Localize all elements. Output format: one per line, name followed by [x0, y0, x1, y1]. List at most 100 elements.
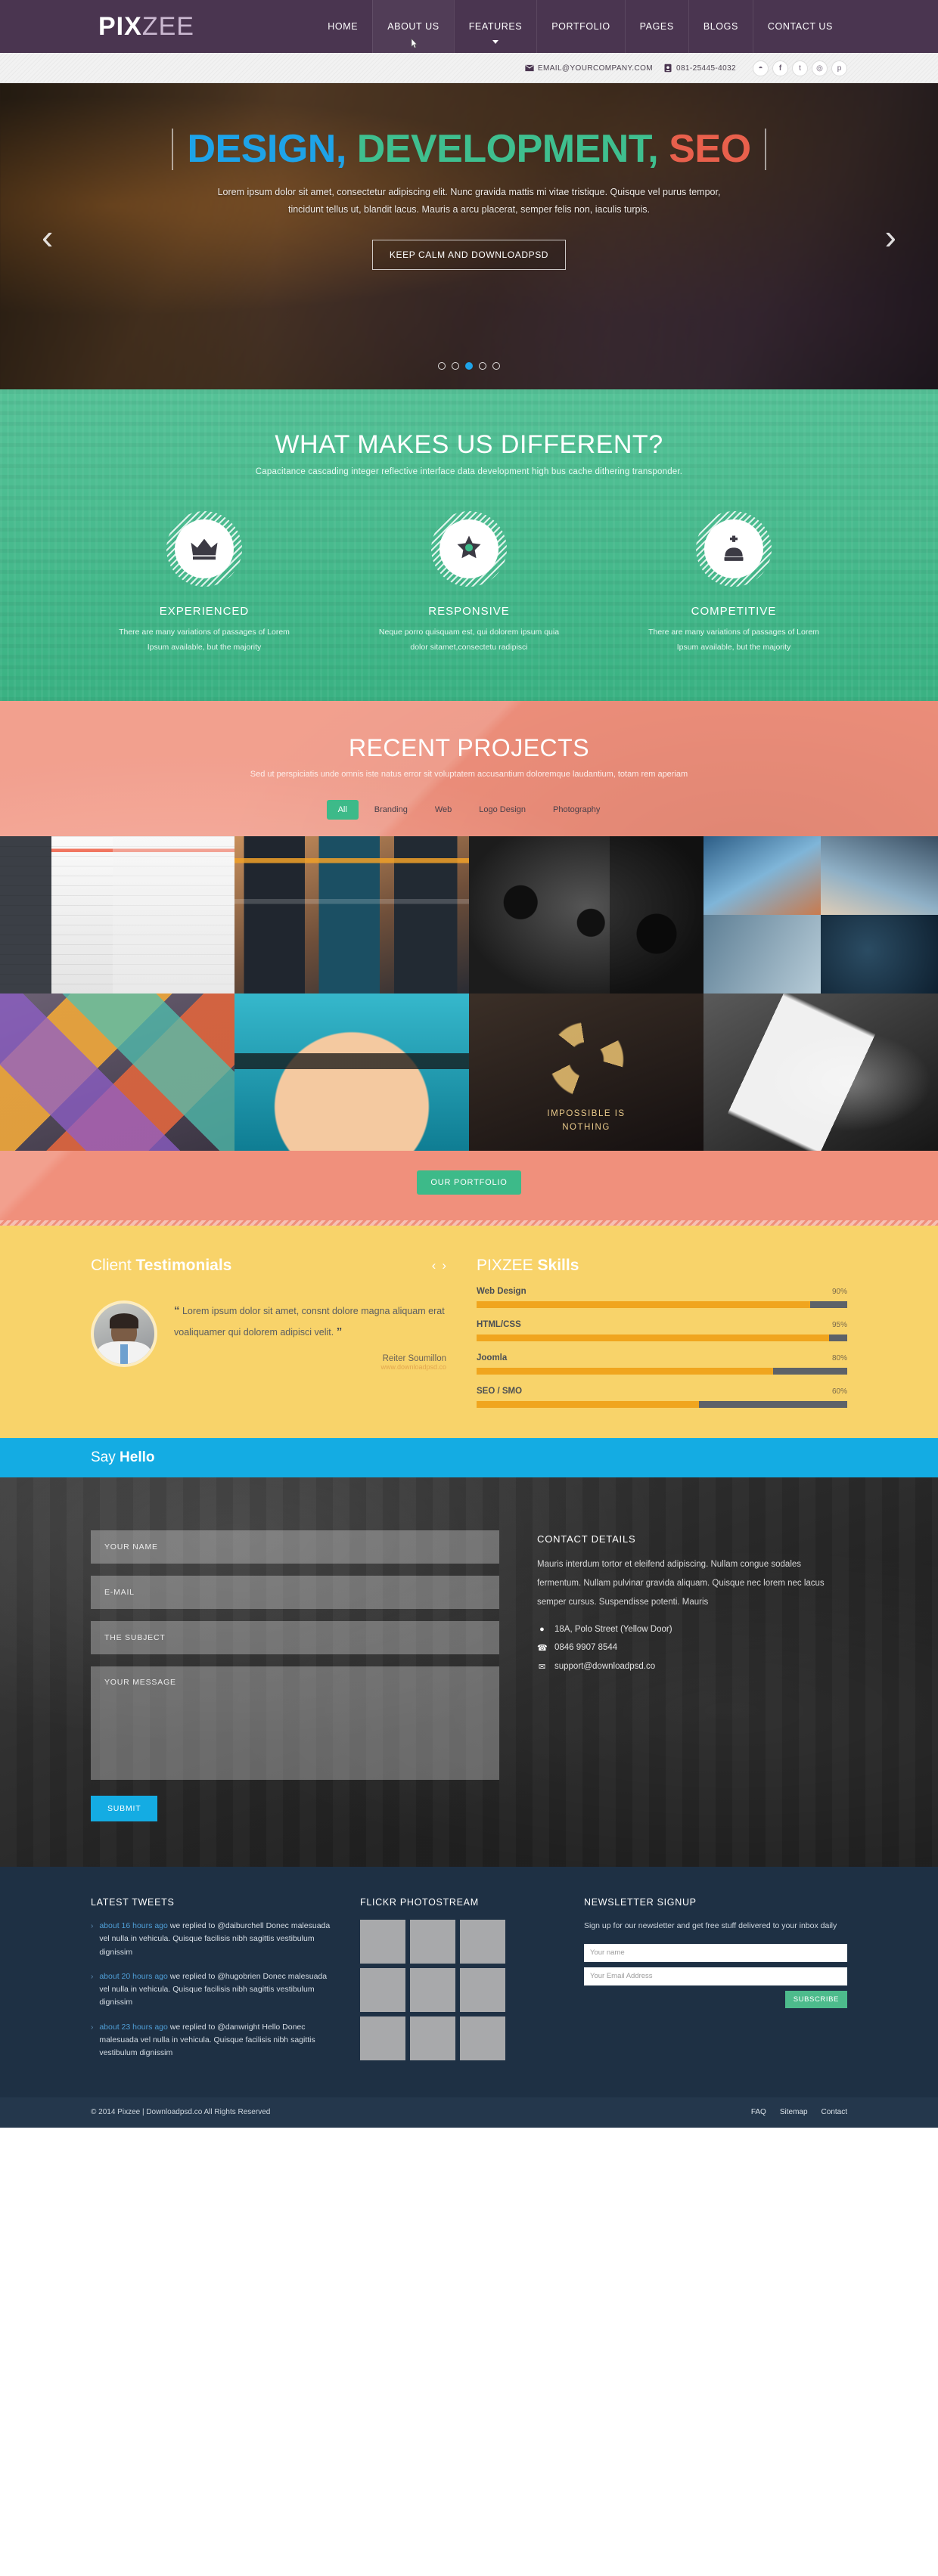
tweet-time[interactable]: about 20 hours ago [99, 1972, 168, 1981]
twitter-icon[interactable]: t [792, 60, 808, 76]
slider-dot[interactable] [438, 362, 446, 370]
header-phone-text: 081-25445-4032 [676, 64, 736, 73]
project-tile[interactable] [704, 835, 821, 915]
testimonial-quote: “ Lorem ipsum dolor sit amet, consnt dol… [174, 1300, 446, 1343]
slider-dot[interactable] [479, 362, 486, 370]
testimonial-prev-arrow[interactable]: ‹ [432, 1258, 436, 1273]
project-tile[interactable] [0, 835, 234, 994]
flickr-thumbnail[interactable] [360, 1919, 405, 1964]
project-tile[interactable] [704, 993, 938, 1151]
map-pin-icon: ● [539, 1624, 545, 1634]
subject-input[interactable] [91, 1620, 499, 1654]
projects-title: RECENT PROJECTS [348, 733, 590, 761]
skill-name: HTML/CSS [477, 1319, 521, 1329]
say-hello-title: Say Hello [91, 1449, 154, 1466]
site-footer: LATEST TWEETS › about 16 hours ago we rep… [0, 1866, 938, 2097]
slider-dot[interactable] [452, 362, 459, 370]
nav-item-blogs[interactable]: BLOGS [688, 0, 753, 53]
slider-prev-arrow[interactable]: ‹ [42, 219, 53, 254]
dribbble-icon[interactable]: ◎ [812, 60, 828, 76]
message-input[interactable] [91, 1666, 499, 1780]
footer-tweets-column: LATEST TWEETS › about 16 hours ago we rep… [91, 1897, 333, 2072]
skill-bar-fill [477, 1400, 699, 1408]
email-input[interactable] [91, 1575, 499, 1609]
flickr-thumbnail[interactable] [460, 2016, 505, 2060]
hero-cta-button[interactable]: KEEP CALM AND DOWNLOADPSD [371, 239, 567, 270]
project-filter-branding[interactable]: Branding [363, 800, 419, 820]
contact-email-row: ✉ support@downloadpsd.co [537, 1662, 847, 1672]
site-logo[interactable]: PIXZEE [98, 12, 194, 42]
nav-item-portfolio[interactable]: PORTFOLIO [536, 0, 624, 53]
facebook-icon[interactable]: f [772, 60, 788, 76]
project-filter-web[interactable]: Web [424, 800, 463, 820]
tweet-body: about 23 hours ago we replied to @danwri… [99, 2021, 333, 2060]
skills-title: PIXZEE Skills [477, 1257, 847, 1275]
testimonial-next-arrow[interactable]: › [442, 1258, 446, 1273]
subscribe-button[interactable]: SUBSCRIBE [784, 1990, 847, 2008]
crown-icon [175, 519, 234, 578]
contact-form: SUBMIT [91, 1530, 499, 1821]
flickr-thumbnail[interactable] [360, 2016, 405, 2060]
differentiator-icon-ring [696, 511, 772, 587]
projects-filter-list: All Branding Web Logo Design Photography [91, 799, 847, 820]
header-email[interactable]: EMAIL@YOURCOMPANY.COM [525, 64, 653, 73]
project-tile[interactable] [704, 914, 821, 994]
nav-item-contact-us[interactable]: CONTACT US [752, 0, 847, 53]
slider-dot[interactable] [465, 362, 473, 370]
pinterest-icon[interactable]: p [831, 60, 847, 76]
name-input[interactable] [91, 1530, 499, 1564]
hero-title-part1: DESIGN, [187, 127, 346, 171]
footer-link-contact[interactable]: Contact [822, 2108, 847, 2116]
newsletter-email-input[interactable] [584, 1967, 847, 1985]
flickr-thumbnail[interactable] [360, 1967, 405, 2012]
mouse-cursor-icon [410, 38, 419, 50]
nav-item-home[interactable]: HOME [313, 0, 372, 53]
footer-link-sitemap[interactable]: Sitemap [780, 2108, 808, 2116]
submit-button[interactable]: SUBMIT [91, 1795, 158, 1821]
differentiator-heading: COMPETITIVE [691, 605, 777, 618]
nav-item-label: CONTACT US [767, 21, 833, 32]
skills-list: Web Design 90% HTML/CSS 95% Joomla 80% SEO / S… [477, 1287, 847, 1408]
newsletter-name-input[interactable] [584, 1943, 847, 1962]
nav-item-label: PORTFOLIO [551, 21, 610, 32]
flickr-thumbnail[interactable] [460, 1919, 505, 1964]
contact-address-row: ● 18A, Polo Street (Yellow Door) [537, 1625, 847, 1634]
slider-dot[interactable] [492, 362, 500, 370]
rss-icon[interactable]: ◓ [753, 60, 769, 76]
skill-item: Web Design 90% [477, 1287, 847, 1308]
flickr-thumbnail[interactable] [410, 1967, 455, 2012]
project-tile[interactable]: IMPOSSIBLE IS NOTHING [469, 993, 704, 1151]
project-filter-photography[interactable]: Photography [542, 800, 611, 820]
contact-phone: 0846 9907 8544 [554, 1643, 618, 1653]
nav-item-pages[interactable]: PAGES [624, 0, 688, 53]
logo-bold: PIX [98, 11, 142, 41]
skill-item: HTML/CSS 95% [477, 1320, 847, 1341]
nav-item-about-us[interactable]: ABOUT US [372, 0, 454, 53]
project-filter-logo-design[interactable]: Logo Design [467, 800, 537, 820]
tweet-time[interactable]: about 23 hours ago [99, 2023, 168, 2032]
tweet-time[interactable]: about 16 hours ago [99, 1921, 168, 1930]
flickr-thumbnail[interactable] [410, 2016, 455, 2060]
project-tile[interactable] [821, 914, 938, 994]
footer-link-faq[interactable]: FAQ [751, 2108, 766, 2116]
header-phone[interactable]: 081-25445-4032 [663, 64, 736, 73]
project-tile[interactable] [234, 993, 469, 1151]
site-header: PIXZEE HOME ABOUT US FEATURES PORTFOLIO PAGE… [0, 0, 938, 53]
skills-title-bold: Skills [537, 1256, 579, 1274]
impossible-line-1: IMPOSSIBLE IS [547, 1109, 626, 1119]
envelope-icon: ✉ [538, 1662, 546, 1672]
project-tile[interactable] [469, 835, 704, 994]
project-tile[interactable] [821, 835, 938, 915]
flickr-thumbnail[interactable] [460, 1967, 505, 2012]
project-filter-all[interactable]: All [326, 799, 359, 820]
slider-next-arrow[interactable]: › [885, 219, 896, 254]
contact-details: CONTACT DETAILS Mauris interdum tortor e… [537, 1530, 847, 1821]
nav-item-features[interactable]: FEATURES [453, 0, 537, 53]
flickr-thumbnail[interactable] [410, 1919, 455, 1964]
project-tile-caption: IMPOSSIBLE IS NOTHING [469, 1108, 704, 1134]
flickr-heading: FLICKR PHOTOSTREAM [360, 1896, 479, 1908]
our-portfolio-button[interactable]: OUR PORTFOLIO [417, 1170, 521, 1195]
project-tile[interactable] [0, 993, 234, 1151]
testimonials-title: Client Testimonials [91, 1257, 231, 1275]
project-tile[interactable] [234, 835, 469, 994]
